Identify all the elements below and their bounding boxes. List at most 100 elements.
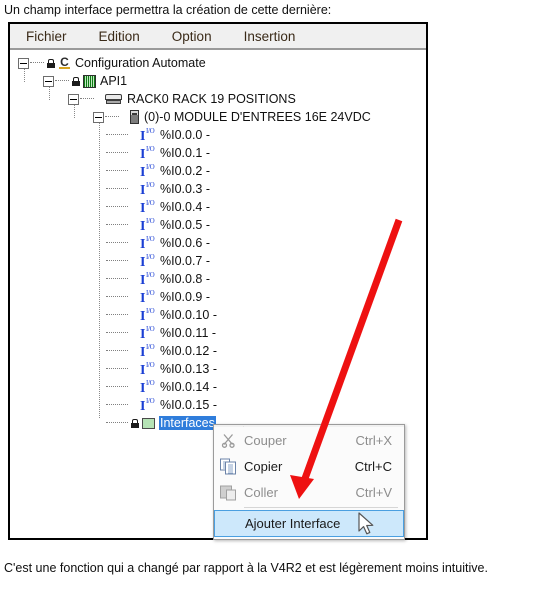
api-grid-icon — [83, 74, 96, 88]
tree-node-io-bit[interactable]: I I/O %I0.0.13 - — [10, 360, 426, 378]
tree-connector — [106, 296, 128, 298]
lock-icon — [131, 418, 139, 428]
menu-item-ajouter-interface[interactable]: Ajouter Interface — [214, 510, 404, 537]
tree-node-label: %I0.0.0 - — [160, 128, 211, 142]
tree-node-io-bit[interactable]: I I/O %I0.0.0 - — [10, 126, 426, 144]
tree-node-io-bit[interactable]: I I/O %I0.0.5 - — [10, 216, 426, 234]
io-superscript: I/O — [146, 288, 155, 297]
rack-icon — [105, 93, 122, 105]
tree-node-io-bit[interactable]: I I/O %I0.0.10 - — [10, 306, 426, 324]
tree-node-io-bit[interactable]: I I/O %I0.0.1 - — [10, 144, 426, 162]
expander-icon[interactable] — [18, 57, 29, 69]
tree-node-label: RACK0 RACK 19 POSITIONS — [127, 92, 296, 106]
tree-node-module[interactable]: (0)-0 MODULE D'ENTREES 16E 24VDC — [10, 108, 426, 126]
io-superscript: I/O — [146, 126, 155, 135]
tree-node-configuration-automate[interactable]: C Configuration Automate — [10, 54, 426, 72]
io-bit-icon: I I/O — [140, 342, 155, 360]
paste-icon — [220, 484, 237, 501]
tree-node-label: %I0.0.1 - — [160, 146, 211, 160]
tree-node-io-bit[interactable]: I I/O %I0.0.14 - — [10, 378, 426, 396]
io-bit-icon: I I/O — [140, 198, 155, 216]
io-superscript: I/O — [146, 270, 155, 279]
menu-item-label: Coller — [244, 484, 278, 500]
copy-icon — [220, 458, 237, 475]
tree-node-label: %I0.0.8 - — [160, 272, 211, 286]
menu-option[interactable]: Option — [170, 28, 214, 45]
menu-bar: Fichier Edition Option Insertion — [10, 24, 426, 50]
io-superscript: I/O — [146, 252, 155, 261]
context-menu[interactable]: Couper Ctrl+X Copier Ctrl+C Coller Ctrl+… — [213, 424, 405, 540]
tree-node-io-bit[interactable]: I I/O %I0.0.2 - — [10, 162, 426, 180]
tree-node-label: %I0.0.10 - — [160, 308, 217, 322]
io-bit-icon: I I/O — [140, 234, 155, 252]
tree-connector — [106, 422, 128, 424]
tree-node-io-bit[interactable]: I I/O %I0.0.3 - — [10, 180, 426, 198]
tree-node-label: %I0.0.4 - — [160, 200, 211, 214]
io-superscript: I/O — [146, 342, 155, 351]
scissors-icon — [220, 432, 237, 449]
menu-edition[interactable]: Edition — [97, 28, 142, 45]
tree-node-label: (0)-0 MODULE D'ENTREES 16E 24VDC — [144, 110, 371, 124]
expander-icon[interactable] — [93, 111, 104, 123]
c-icon: C — [58, 56, 71, 70]
tree-node-io-bit[interactable]: I I/O %I0.0.12 - — [10, 342, 426, 360]
io-superscript: I/O — [146, 162, 155, 171]
tree-node-rack0[interactable]: RACK0 RACK 19 POSITIONS — [10, 90, 426, 108]
tree-connector — [106, 278, 128, 280]
io-bit-icon: I I/O — [140, 126, 155, 144]
tree-node-io-bit[interactable]: I I/O %I0.0.8 - — [10, 270, 426, 288]
tree-connector — [106, 206, 128, 208]
tree-node-label: %I0.0.11 - — [160, 326, 217, 340]
tree-connector — [105, 116, 119, 118]
io-bit-icon: I I/O — [140, 396, 155, 414]
tree-node-label: %I0.0.9 - — [160, 290, 211, 304]
expander-icon[interactable] — [68, 93, 79, 105]
tree-node-label: %I0.0.14 - — [160, 380, 217, 394]
tree-node-api1[interactable]: API1 — [10, 72, 426, 90]
menu-item-accel: Ctrl+V — [355, 484, 392, 500]
menu-item-couper[interactable]: Couper Ctrl+X — [214, 427, 404, 453]
io-superscript: I/O — [146, 144, 155, 153]
tree-node-label: %I0.0.5 - — [160, 218, 211, 232]
lock-icon — [72, 76, 80, 86]
tree-connector — [106, 134, 128, 136]
tree-node-label: API1 — [100, 74, 128, 88]
io-superscript: I/O — [146, 234, 155, 243]
menu-item-label: Couper — [244, 432, 287, 448]
bottom-caption: C'est une fonction qui a changé par rapp… — [4, 561, 488, 575]
io-superscript: I/O — [146, 378, 155, 387]
tree-node-label: Interfaces — [159, 416, 216, 430]
tree-node-io-bit[interactable]: I I/O %I0.0.7 - — [10, 252, 426, 270]
menu-item-supprimer[interactable]: Supprimer Suppr — [214, 537, 404, 539]
tree-connector — [80, 98, 94, 100]
tree-node-label: %I0.0.7 - — [160, 254, 211, 268]
menu-item-coller[interactable]: Coller Ctrl+V — [214, 479, 404, 505]
tree-node-io-bit[interactable]: I I/O %I0.0.6 - — [10, 234, 426, 252]
tree-connector — [106, 386, 128, 388]
menu-item-copier[interactable]: Copier Ctrl+C — [214, 453, 404, 479]
tree-connector — [106, 368, 128, 370]
tree-node-label: %I0.0.2 - — [160, 164, 211, 178]
tree-connector — [55, 80, 69, 82]
io-bit-icon: I I/O — [140, 360, 155, 378]
menu-fichier[interactable]: Fichier — [24, 28, 69, 45]
tree-node-io-bit[interactable]: I I/O %I0.0.11 - — [10, 324, 426, 342]
tree-connector — [30, 62, 44, 64]
tree-node-io-bit[interactable]: I I/O %I0.0.4 - — [10, 198, 426, 216]
io-superscript: I/O — [146, 324, 155, 333]
io-bit-icon: I I/O — [140, 180, 155, 198]
tree-node-io-bit[interactable]: I I/O %I0.0.9 - — [10, 288, 426, 306]
tree-node-io-bit[interactable]: I I/O %I0.0.15 - — [10, 396, 426, 414]
tree-connector — [106, 260, 128, 262]
tree-node-label: %I0.0.6 - — [160, 236, 211, 250]
tree-node-label: Configuration Automate — [75, 56, 206, 70]
io-bit-icon: I I/O — [140, 288, 155, 306]
io-bit-icon: I I/O — [140, 216, 155, 234]
tree-connector — [106, 224, 128, 226]
menu-item-label: Ajouter Interface — [245, 516, 341, 531]
menu-insertion[interactable]: Insertion — [242, 28, 298, 45]
expander-icon[interactable] — [43, 75, 54, 87]
lock-icon — [47, 58, 55, 68]
io-bit-icon: I I/O — [140, 270, 155, 288]
tree-node-label: %I0.0.12 - — [160, 344, 217, 358]
